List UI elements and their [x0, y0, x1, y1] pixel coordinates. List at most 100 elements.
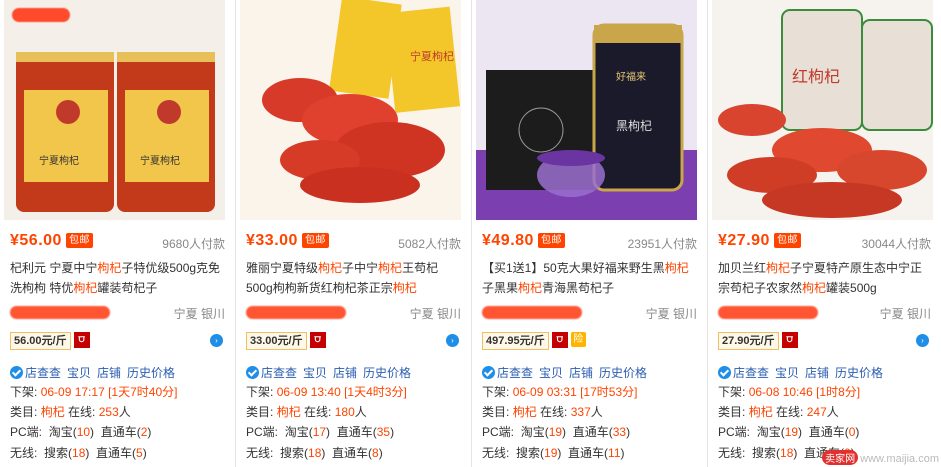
link-item[interactable]: 宝贝 — [303, 366, 327, 380]
goji-bag-image: 宁夏枸杞 — [240, 0, 461, 220]
info-dot-icon[interactable]: › — [446, 334, 459, 347]
product-card[interactable]: 红枸杞 ¥27.90 包邮 30044人付款 加贝兰红枸杞子宁夏特产原生态中宁正宗… — [708, 0, 941, 467]
watermark-badge: 卖家网 — [822, 450, 859, 465]
product-image[interactable]: 宁夏枸杞 — [240, 0, 461, 220]
shop-check-icon — [718, 366, 731, 379]
redacted-shop-name — [246, 306, 346, 319]
link-price-history[interactable]: 历史价格 — [127, 366, 175, 380]
unit-price-row: 56.00元/斤 ⩌ › — [10, 332, 225, 350]
delist-row: 下架: 06-08 10:46 [1时8分] — [718, 385, 861, 399]
price-row: ¥49.80 包邮 23951人付款 — [482, 232, 697, 252]
wireless-row: 无线: 搜索(18) 直通车(5) — [10, 446, 147, 460]
price: ¥49.80 包邮 — [482, 232, 565, 250]
red-goji-image: 红枸杞 — [712, 0, 933, 220]
product-card[interactable]: 宁夏枸杞 宁夏枸杞 ¥56.00 包邮 9680人付款 杞利元 宁夏中宁枸杞子特优… — [0, 0, 236, 467]
shop-check-icon — [10, 366, 23, 379]
free-shipping-badge: 包邮 — [773, 233, 801, 248]
link-shop[interactable]: 店铺 — [97, 366, 121, 380]
info-dot-icon[interactable]: › — [210, 334, 223, 347]
paid-count: 9680人付款 — [162, 237, 225, 251]
link-shop[interactable]: 店铺 — [333, 366, 357, 380]
product-image[interactable]: 好福来 黑枸杞 — [476, 0, 697, 220]
watermark: 卖家网 www.maijia.com — [822, 450, 939, 465]
free-shipping-badge: 包邮 — [301, 233, 329, 248]
bag-label: 宁夏枸杞 — [410, 49, 454, 63]
product-title[interactable]: 加贝兰红枸杞子宁夏特产原生态中宁正宗苟杞子农家然枸杞罐装500g — [718, 258, 933, 298]
link-item[interactable]: 宝贝 — [539, 366, 563, 380]
price-row: ¥33.00 包邮 5082人付款 — [246, 232, 461, 252]
delist-row: 下架: 06-09 17:17 [1天7时40分] — [10, 385, 178, 399]
shop-row: 宁夏 银川 — [10, 303, 225, 323]
link-shop-check[interactable]: 店查查 — [497, 366, 533, 380]
tool-links: 店查查 宝贝 店铺 历史价格 — [718, 364, 937, 381]
paid-count: 23951人付款 — [627, 237, 697, 251]
redacted-badge — [12, 8, 70, 22]
price-row: ¥27.90 包邮 30044人付款 — [718, 232, 931, 252]
free-shipping-badge: 包邮 — [65, 233, 93, 248]
wireless-row: 无线: 搜索(19) 直通车(11) — [482, 446, 625, 460]
delist-row: 下架: 06-09 13:40 [1天4时3分] — [246, 385, 407, 399]
tool-links: 店查查 宝贝 店铺 历史价格 — [10, 364, 231, 381]
free-shipping-badge: 包邮 — [537, 233, 565, 248]
pc-row: PC端: 淘宝(19) 直通车(33) — [482, 425, 631, 439]
location: 宁夏 银川 — [409, 307, 461, 321]
jar-label-1: 宁夏枸杞 — [39, 154, 79, 167]
product-card[interactable]: 宁夏枸杞 ¥33.00 包邮 5082人付款 雅丽宁夏特级枸杞子中宁枸杞王苟杞50… — [236, 0, 472, 467]
unit-price-row: 27.90元/斤 ⩌ › — [718, 332, 931, 350]
link-shop-check[interactable]: 店查查 — [25, 366, 61, 380]
tmall-icon: ⩌ — [73, 332, 90, 348]
tmall-icon: ⩌ — [309, 332, 326, 348]
product-card[interactable]: 好福来 黑枸杞 ¥49.80 包邮 23951人付款 【买1送1】50克大果好福来… — [472, 0, 708, 467]
shop-row: 宁夏 银川 — [482, 303, 697, 323]
goji-jar-image: 宁夏枸杞 宁夏枸杞 — [4, 0, 225, 220]
link-shop-check[interactable]: 店查查 — [261, 366, 297, 380]
tmall-icon: ⩌ — [781, 332, 798, 348]
link-shop[interactable]: 店铺 — [805, 366, 829, 380]
link-price-history[interactable]: 历史价格 — [599, 366, 647, 380]
pc-row: PC端: 淘宝(17) 直通车(35) — [246, 425, 395, 439]
paid-count: 30044人付款 — [861, 237, 931, 251]
price-row: ¥56.00 包邮 9680人付款 — [10, 232, 225, 252]
price: ¥33.00 包邮 — [246, 232, 329, 250]
link-item[interactable]: 宝贝 — [67, 366, 91, 380]
can-label: 好福来 — [616, 70, 646, 83]
tmall-icon: ⩌ — [551, 332, 568, 348]
location: 宁夏 银川 — [173, 307, 225, 321]
location: 宁夏 银川 — [879, 307, 931, 321]
shop-row: 宁夏 银川 — [718, 303, 931, 323]
product-title[interactable]: 雅丽宁夏特级枸杞子中宁枸杞王苟杞500g枸枸新货红枸杞茶正宗枸杞 — [246, 258, 463, 298]
tool-links: 店查查 宝贝 店铺 历史价格 — [482, 364, 703, 381]
shop-check-icon — [246, 366, 259, 379]
delist-row: 下架: 06-09 03:31 [17时53分] — [482, 385, 638, 399]
unit-price-row: 497.95元/斤 ⩌ 险 — [482, 332, 697, 350]
product-title[interactable]: 杞利元 宁夏中宁枸杞子特优级500g克免洗枸枸 特优枸杞罐装苟杞子 — [10, 258, 227, 298]
link-price-history[interactable]: 历史价格 — [835, 366, 883, 380]
category-row: 类目: 枸杞 在线: 247人 — [718, 405, 839, 419]
link-shop[interactable]: 店铺 — [569, 366, 593, 380]
unit-price: 33.00元/斤 — [246, 332, 307, 350]
redacted-shop-name — [10, 306, 110, 319]
jar-label-2: 宁夏枸杞 — [140, 154, 180, 167]
link-item[interactable]: 宝贝 — [775, 366, 799, 380]
info-dot-icon[interactable]: › — [916, 334, 929, 347]
pc-row: PC端: 淘宝(19) 直通车(0) — [718, 425, 860, 439]
red-goji-label: 红枸杞 — [792, 68, 840, 86]
price: ¥56.00 包邮 — [10, 232, 93, 250]
redacted-shop-name — [718, 306, 818, 319]
link-price-history[interactable]: 历史价格 — [363, 366, 411, 380]
unit-price-row: 33.00元/斤 ⩌ › — [246, 332, 461, 350]
unit-price: 497.95元/斤 — [482, 332, 549, 350]
product-grid: 宁夏枸杞 宁夏枸杞 ¥56.00 包邮 9680人付款 杞利元 宁夏中宁枸杞子特优… — [0, 0, 941, 467]
location: 宁夏 银川 — [645, 307, 697, 321]
product-title[interactable]: 【买1送1】50克大果好福来野生黑枸杞子黑果枸杞青海黑苟杞子 — [482, 258, 699, 298]
product-image[interactable]: 宁夏枸杞 宁夏枸杞 — [4, 0, 225, 220]
category-row: 类目: 枸杞 在线: 337人 — [482, 405, 603, 419]
category-row: 类目: 枸杞 在线: 180人 — [246, 405, 367, 419]
shop-row: 宁夏 银川 — [246, 303, 461, 323]
category-row: 类目: 枸杞 在线: 253人 — [10, 405, 131, 419]
black-goji-image: 好福来 黑枸杞 — [476, 0, 697, 220]
product-image[interactable]: 红枸杞 — [712, 0, 933, 220]
shop-check-icon — [482, 366, 495, 379]
box-label: 黑枸杞 — [616, 118, 652, 133]
link-shop-check[interactable]: 店查查 — [733, 366, 769, 380]
